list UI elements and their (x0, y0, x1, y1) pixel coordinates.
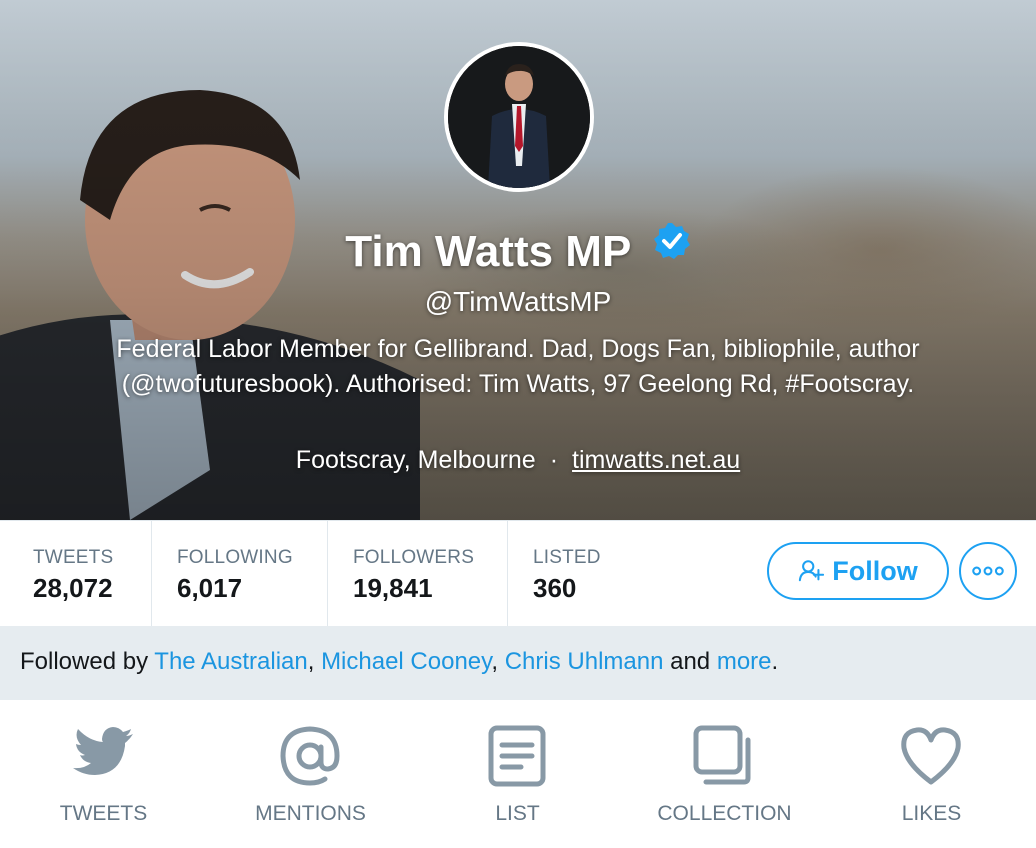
followed-by-more-link[interactable]: more (717, 648, 772, 675)
followed-by-end: . (771, 648, 779, 675)
profile-bio: Federal Labor Member for Gellibrand. Dad… (116, 335, 920, 398)
followed-by-and: and (670, 648, 711, 675)
profile-tab-bar: TWEETS MENTIONS LIST COLLECTION LIKES (0, 700, 1036, 848)
stat-following[interactable]: FOLLOWING 6,017 (152, 521, 328, 627)
list-icon (488, 725, 546, 787)
tab-collection[interactable]: COLLECTION (621, 700, 828, 848)
followed-by-bar: Followed by The Australian, Michael Coon… (0, 626, 1036, 700)
add-user-icon (799, 560, 825, 582)
heart-icon (901, 727, 961, 785)
stat-followers[interactable]: FOLLOWERS 19,841 (328, 521, 508, 627)
stat-value: 360 (533, 573, 577, 603)
profile-handle: @TimWattsMP (424, 286, 612, 317)
bird-icon (73, 727, 133, 775)
more-dots-icon (972, 566, 1004, 576)
followed-by-prefix: Followed by (20, 648, 149, 675)
tab-label: LIKES (901, 802, 962, 825)
profile-location: Footscray, Melbourne (295, 446, 536, 474)
meta-separator: · (549, 446, 559, 474)
followed-by-sep: , (307, 648, 315, 675)
tab-label: COLLECTION (657, 802, 792, 825)
stat-tweets[interactable]: TWEETS 28,072 (0, 521, 152, 627)
tab-list[interactable]: LIST (414, 700, 621, 848)
profile-meta: Footscray, Melbourne · timwatts.net.au (0, 446, 1036, 475)
tab-tweets[interactable]: TWEETS (0, 700, 207, 848)
followed-by-user-link[interactable]: The Australian (154, 648, 307, 675)
tab-label: MENTIONS (255, 802, 366, 825)
tab-label: TWEETS (59, 802, 148, 825)
stat-label: FOLLOWERS (353, 547, 475, 568)
profile-avatar[interactable] (444, 42, 594, 192)
follow-button-label: Follow (832, 555, 918, 586)
stat-listed[interactable]: LISTED 360 (508, 521, 658, 627)
more-options-button[interactable] (959, 542, 1017, 600)
tab-mentions[interactable]: MENTIONS (207, 700, 414, 848)
profile-name: Tim Watts MP (345, 227, 631, 276)
at-icon (280, 726, 340, 786)
stat-label: FOLLOWING (177, 547, 293, 568)
stat-label: TWEETS (33, 547, 114, 568)
verified-badge-icon (653, 223, 690, 259)
profile-website-link[interactable]: timwatts.net.au (572, 446, 740, 474)
stat-value: 19,841 (353, 573, 433, 603)
profile-name-row: Tim Watts MP (0, 222, 1036, 277)
followed-by-user-link[interactable]: Chris Uhlmann (505, 648, 664, 675)
collection-icon (693, 725, 751, 785)
followed-by-sep: , (491, 648, 499, 675)
stat-value: 28,072 (33, 573, 113, 603)
follow-button[interactable]: Follow (767, 542, 949, 600)
stat-value: 6,017 (177, 573, 243, 603)
tab-likes[interactable]: LIKES (828, 700, 1035, 848)
followed-by-user-link[interactable]: Michael Cooney (321, 648, 491, 675)
tab-label: LIST (495, 802, 540, 825)
stat-label: LISTED (533, 547, 601, 568)
avatar-photo (448, 46, 590, 188)
